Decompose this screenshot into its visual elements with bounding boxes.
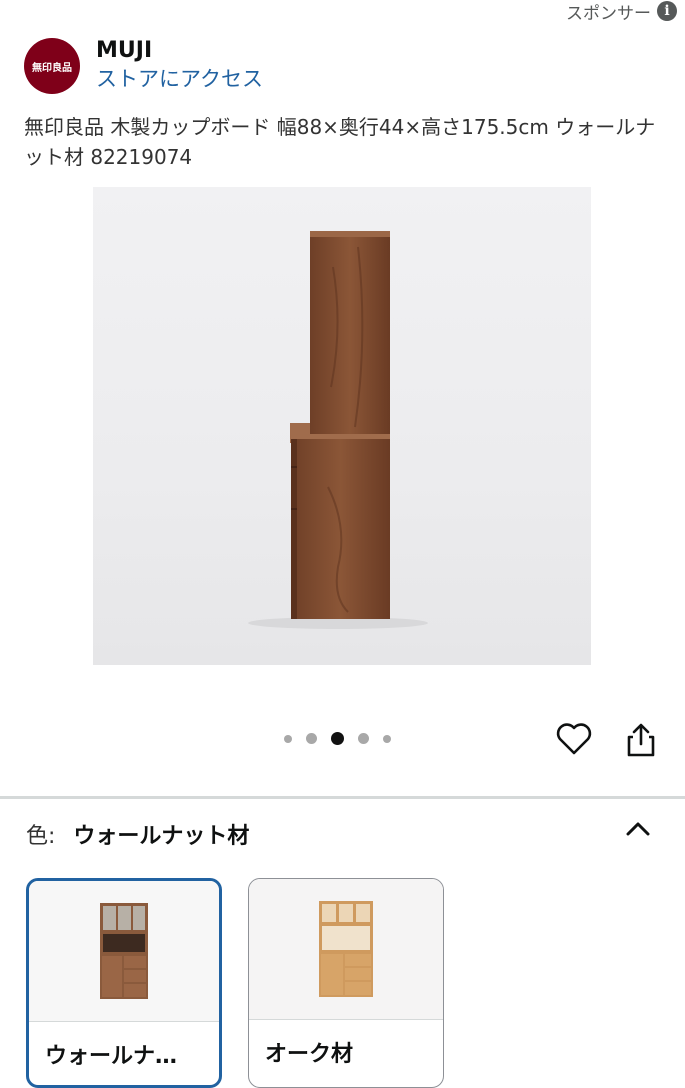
product-image[interactable] (93, 187, 591, 665)
carousel-dot[interactable] (284, 734, 292, 743)
oak-cupboard-thumbnail (249, 879, 443, 1019)
walnut-cupboard-thumbnail (29, 881, 219, 1021)
brand-logo[interactable]: 無印良品 (24, 38, 80, 94)
heart-icon[interactable] (556, 722, 592, 756)
carousel-dot[interactable] (306, 733, 317, 744)
color-swatch-walnut[interactable]: ウォールナ… (26, 878, 222, 1088)
sponsored-label[interactable]: スポンサー i (566, 0, 677, 24)
brand-name: MUJI (96, 38, 153, 63)
chevron-up-icon[interactable] (624, 818, 652, 840)
selected-color-value: ウォールナット材 (73, 824, 250, 849)
section-divider (0, 796, 685, 799)
color-label: 色: (26, 824, 56, 849)
swatch-label-walnut: ウォールナ… (29, 1021, 219, 1085)
carousel-dot[interactable] (383, 734, 391, 743)
product-title[interactable]: 無印良品 木製カップボード 幅88×奥行44×高さ175.5cm ウォールナット… (24, 112, 664, 172)
share-icon[interactable] (624, 722, 658, 758)
sponsored-text: スポンサー (566, 3, 651, 24)
color-swatch-oak[interactable]: オーク材 (248, 878, 444, 1088)
carousel-dot-active[interactable] (331, 732, 344, 745)
visit-store-link[interactable]: ストアにアクセス (96, 64, 263, 94)
cupboard-side-view-image (248, 231, 428, 629)
info-icon[interactable]: i (657, 1, 677, 21)
image-carousel-indicator[interactable] (284, 732, 391, 745)
carousel-dot[interactable] (358, 733, 369, 744)
brand-header[interactable]: 無印良品 MUJI ストアにアクセス (24, 38, 263, 94)
swatch-label-oak: オーク材 (249, 1019, 443, 1087)
color-variation-header[interactable]: 色: ウォールナット材 (26, 818, 249, 850)
